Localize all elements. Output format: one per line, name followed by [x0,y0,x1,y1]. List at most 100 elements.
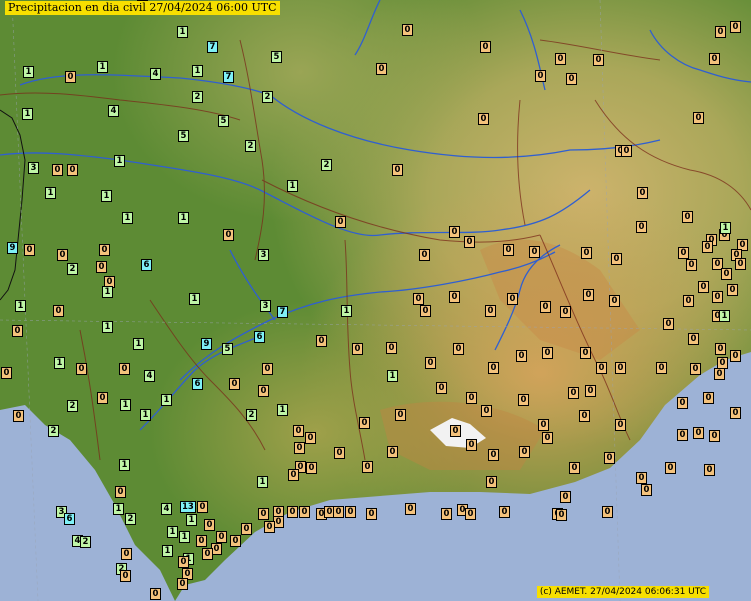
station-value[interactable]: 0 [230,535,241,547]
station-value[interactable]: 0 [677,397,688,409]
station-value[interactable]: 0 [223,229,234,241]
station-value[interactable]: 0 [693,112,704,124]
station-value[interactable]: 0 [120,570,131,582]
station-value[interactable]: 13 [180,501,196,513]
station-value[interactable]: 0 [641,484,652,496]
station-value[interactable]: 0 [294,442,305,454]
station-value[interactable]: 0 [57,249,68,261]
station-value[interactable]: 0 [464,236,475,248]
station-value[interactable]: 0 [262,363,273,375]
station-value[interactable]: 0 [480,41,491,53]
station-value[interactable]: 0 [538,419,549,431]
station-value[interactable]: 5 [271,51,282,63]
station-value[interactable]: 0 [580,347,591,359]
station-value[interactable]: 1 [45,187,56,199]
station-value[interactable]: 0 [150,588,161,600]
station-value[interactable]: 0 [67,164,78,176]
station-value[interactable]: 0 [53,305,64,317]
station-value[interactable]: 0 [542,347,553,359]
station-value[interactable]: 0 [115,486,126,498]
station-value[interactable]: 0 [121,548,132,560]
station-value[interactable]: 1 [179,531,190,543]
station-value[interactable]: 0 [392,164,403,176]
station-value[interactable]: 0 [542,432,553,444]
station-value[interactable]: 0 [704,464,715,476]
station-value[interactable]: 0 [596,362,607,374]
station-value[interactable]: 0 [488,449,499,461]
station-value[interactable]: 0 [96,261,107,273]
station-value[interactable]: 0 [335,216,346,228]
station-value[interactable]: 9 [201,338,212,350]
station-value[interactable]: 1 [387,370,398,382]
station-value[interactable]: 1 [101,190,112,202]
station-value[interactable]: 0 [306,462,317,474]
station-value[interactable]: 0 [293,425,304,437]
station-value[interactable]: 1 [23,66,34,78]
station-value[interactable]: 0 [698,281,709,293]
station-value[interactable]: 0 [568,387,579,399]
station-value[interactable]: 0 [714,368,725,380]
station-value[interactable]: 0 [258,385,269,397]
station-value[interactable]: 0 [413,293,424,305]
station-value[interactable]: 0 [585,385,596,397]
station-value[interactable]: 0 [665,462,676,474]
station-value[interactable]: 0 [359,417,370,429]
station-value[interactable]: 3 [258,249,269,261]
station-value[interactable]: 0 [735,258,746,270]
station-value[interactable]: 0 [604,452,615,464]
station-value[interactable]: 0 [177,578,188,590]
station-value[interactable]: 2 [192,91,203,103]
station-value[interactable]: 0 [216,531,227,543]
station-value[interactable]: 0 [425,357,436,369]
station-value[interactable]: 2 [321,159,332,171]
station-value[interactable]: 0 [334,447,345,459]
precipitation-map[interactable]: 4100017500001014170002245100520020103011… [0,0,751,601]
station-value[interactable]: 0 [581,247,592,259]
station-value[interactable]: 0 [535,70,546,82]
station-value[interactable]: 0 [316,335,327,347]
station-value[interactable]: 0 [519,446,530,458]
station-value[interactable]: 0 [566,73,577,85]
station-value[interactable]: 0 [560,306,571,318]
station-value[interactable]: 0 [693,427,704,439]
station-value[interactable]: 2 [245,140,256,152]
station-value[interactable]: 0 [560,491,571,503]
station-value[interactable]: 0 [516,350,527,362]
station-value[interactable]: 0 [202,548,213,560]
station-value[interactable]: 0 [636,472,647,484]
station-value[interactable]: 0 [366,508,377,520]
station-value[interactable]: 0 [615,419,626,431]
station-value[interactable]: 0 [12,325,23,337]
station-value[interactable]: 0 [507,293,518,305]
station-value[interactable]: 0 [609,295,620,307]
station-value[interactable]: 0 [420,305,431,317]
station-value[interactable]: 0 [683,295,694,307]
station-value[interactable]: 0 [593,54,604,66]
station-value[interactable]: 1 [119,459,130,471]
station-value[interactable]: 0 [362,461,373,473]
station-value[interactable]: 0 [288,469,299,481]
station-value[interactable]: 0 [119,363,130,375]
station-value[interactable]: 1 [22,108,33,120]
station-value[interactable]: 0 [264,521,275,533]
station-value[interactable]: 0 [387,446,398,458]
station-value[interactable]: 0 [678,247,689,259]
station-value[interactable]: 5 [222,343,233,355]
station-value[interactable]: 1 [54,357,65,369]
station-value[interactable]: 0 [712,291,723,303]
station-value[interactable]: 0 [621,145,632,157]
station-value[interactable]: 0 [663,318,674,330]
station-value[interactable]: 4 [161,503,172,515]
station-value[interactable]: 0 [499,506,510,518]
station-value[interactable]: 0 [486,476,497,488]
station-value[interactable]: 5 [178,130,189,142]
station-value[interactable]: 0 [65,71,76,83]
station-value[interactable]: 0 [299,506,310,518]
station-value[interactable]: 0 [682,211,693,223]
station-value[interactable]: 1 [114,155,125,167]
station-value[interactable]: 0 [656,362,667,374]
station-value[interactable]: 0 [730,407,741,419]
station-value[interactable]: 0 [405,503,416,515]
station-value[interactable]: 1 [719,310,730,322]
station-value[interactable]: 0 [488,362,499,374]
